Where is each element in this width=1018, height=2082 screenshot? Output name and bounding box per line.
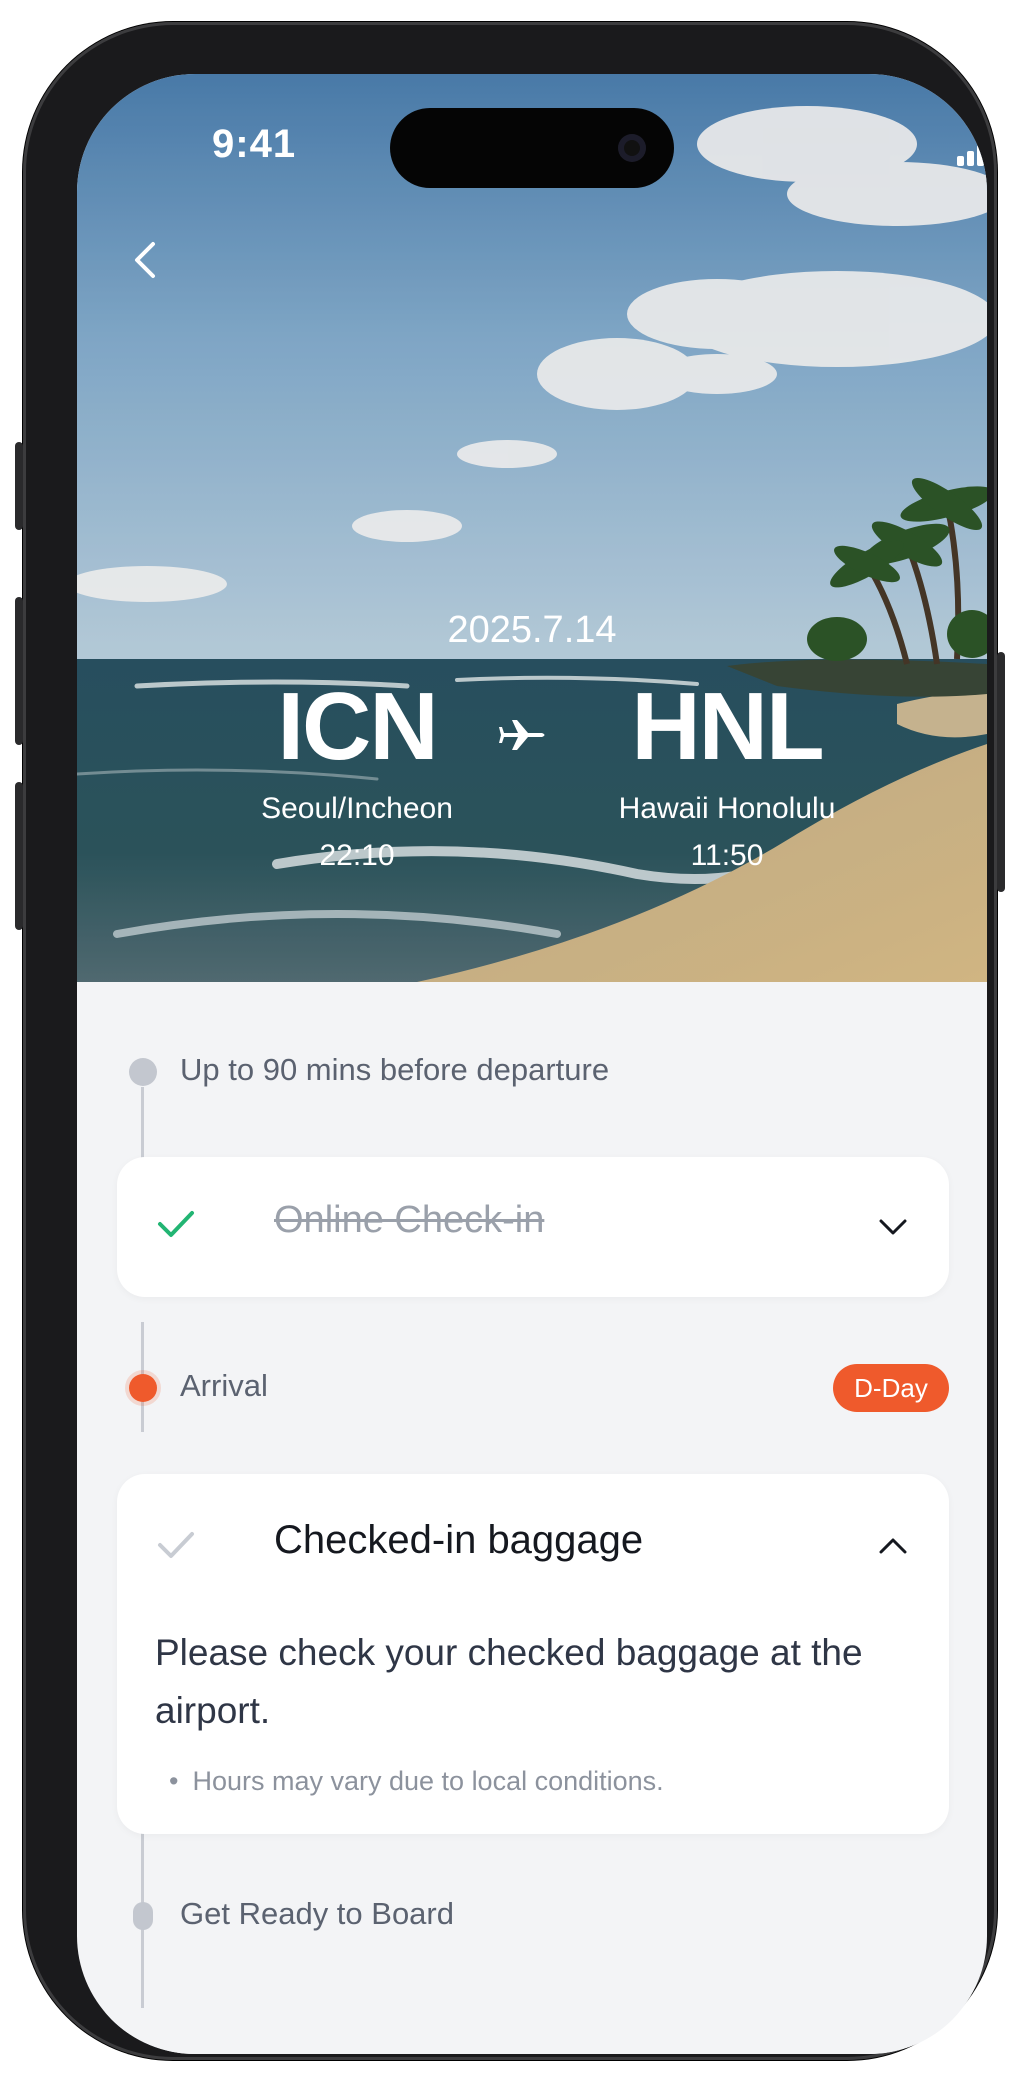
timeline-dot-past <box>129 1058 157 1086</box>
baggage-note-text: Hours may vary due to local conditions. <box>192 1766 664 1796</box>
back-arrow-icon <box>135 242 155 278</box>
power-button <box>997 652 1005 892</box>
step-label-arrival: Arrival <box>180 1368 268 1403</box>
action-button <box>15 442 23 530</box>
online-checkin-title: Online Check-in <box>274 1199 545 1241</box>
timeline-dot-current <box>129 1374 157 1402</box>
chevron-up-icon[interactable] <box>877 1530 909 1562</box>
baggage-description: Please check your checked baggage at the… <box>155 1632 863 1731</box>
departure-city: Seoul/Incheon <box>261 792 453 825</box>
flight-date: 2025.7.14 <box>447 609 617 651</box>
flight-hero: 9:41 2025.7.14 ICN HNL Seoul/Incheon Haw… <box>77 74 987 982</box>
departure-time: 22:10 <box>319 839 395 872</box>
chevron-down-icon[interactable] <box>877 1211 909 1243</box>
checked-baggage-card[interactable]: Checked-in baggage Please check your che… <box>117 1474 949 1834</box>
airplane-icon <box>497 710 547 760</box>
back-button[interactable] <box>117 230 177 290</box>
signal-icon <box>957 145 984 166</box>
step-label-before-departure: Up to 90 mins before departure <box>180 1052 610 1087</box>
departure-code: ICN <box>277 673 438 780</box>
bottom-safe-area <box>77 2012 987 2054</box>
dynamic-island <box>390 108 674 188</box>
timeline-dot-upcoming <box>133 1902 153 1930</box>
bullet: • <box>169 1766 179 1796</box>
arrival-time: 11:50 <box>690 839 764 872</box>
baggage-note: • Hours may vary due to local conditions. <box>169 1766 664 1797</box>
arrival-code: HNL <box>631 673 824 780</box>
step-label-get-ready: Get Ready to Board <box>180 1896 454 1931</box>
checked-baggage-title: Checked-in baggage <box>274 1518 644 1562</box>
volume-down-button <box>15 782 23 930</box>
online-checkin-card[interactable]: Online Check-in <box>117 1157 949 1297</box>
checkmark-icon <box>158 1532 194 1558</box>
phone-frame: 9:41 2025.7.14 ICN HNL Seoul/Incheon Haw… <box>15 22 1005 2060</box>
arrival-city: Hawaii Honolulu <box>618 792 836 825</box>
checkmark-icon <box>158 1211 194 1237</box>
screen: 9:41 2025.7.14 ICN HNL Seoul/Incheon Haw… <box>77 74 987 2054</box>
status-time: 9:41 <box>212 122 297 166</box>
d-day-badge: D-Day <box>833 1364 949 1412</box>
volume-up-button <box>15 597 23 745</box>
badge-wrapper: D-Day <box>833 1364 949 1412</box>
